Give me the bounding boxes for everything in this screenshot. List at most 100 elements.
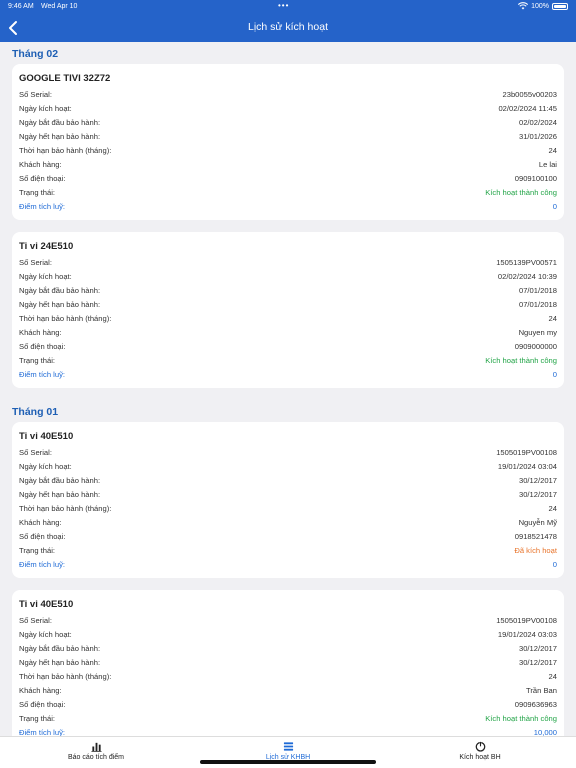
tab-activation-history[interactable]: Lịch sử KHBH xyxy=(228,741,348,761)
serial-row: Số Serial: 1505019PV00108 xyxy=(19,614,557,628)
status-time: 9:46 AM xyxy=(8,3,34,10)
warranty-months-value: 24 xyxy=(548,672,557,681)
battery-percent: 100% xyxy=(531,2,549,10)
warranty-start-value: 30/12/2017 xyxy=(518,476,557,485)
serial-row: Số Serial: 23b0055v00203 xyxy=(19,88,557,102)
status-value: Kích hoạt thành công xyxy=(485,714,557,723)
warranty-end-label: Ngày hết hạn bảo hành: xyxy=(19,132,101,141)
status-row: Trạng thái: Kích hoạt thành công xyxy=(19,712,557,726)
warranty-months-row: Thời hạn bảo hành (tháng): 24 xyxy=(19,502,557,516)
battery-icon xyxy=(552,2,568,10)
activated-value: 02/02/2024 10:39 xyxy=(497,272,557,281)
customer-value: Trần Ban xyxy=(526,686,557,695)
warranty-months-label: Thời hạn bảo hành (tháng): xyxy=(19,672,112,681)
power-icon xyxy=(475,741,485,752)
points-row: Điểm tích luỹ: 10,000 xyxy=(19,726,557,736)
activated-row: Ngày kích hoạt: 02/02/2024 10:39 xyxy=(19,270,557,284)
warranty-months-label: Thời hạn bảo hành (tháng): xyxy=(19,314,112,323)
serial-row: Số Serial: 1505139PV00571 xyxy=(19,256,557,270)
status-row: Trạng thái: Kích hoạt thành công xyxy=(19,186,557,200)
product-name: Ti vi 24E510 xyxy=(19,241,74,252)
warranty-end-label: Ngày hết hạn bảo hành: xyxy=(19,300,101,309)
activated-row: Ngày kích hoạt: 19/01/2024 03:04 xyxy=(19,460,557,474)
serial-row: Số Serial: 1505019PV00108 xyxy=(19,446,557,460)
status-row: Trạng thái: Kích hoạt thành công xyxy=(19,354,557,368)
warranty-months-value: 24 xyxy=(548,504,557,513)
points-value: 0 xyxy=(552,560,557,569)
customer-label: Khách hàng: xyxy=(19,518,62,527)
customer-label: Khách hàng: xyxy=(19,328,62,337)
warranty-months-row: Thời hạn bảo hành (tháng): 24 xyxy=(19,312,557,326)
warranty-end-row: Ngày hết hạn bảo hành: 31/01/2026 xyxy=(19,130,557,144)
status-bar: 9:46 AM Wed Apr 10 ••• 100% xyxy=(0,0,576,14)
warranty-end-row: Ngày hết hạn bảo hành: 30/12/2017 xyxy=(19,488,557,502)
page-title: Lịch sử kích hoạt xyxy=(248,21,328,33)
serial-value: 23b0055v00203 xyxy=(502,90,557,99)
points-value: 0 xyxy=(552,202,557,211)
warranty-start-label: Ngày bắt đầu bảo hành: xyxy=(19,286,101,295)
warranty-start-value: 07/01/2018 xyxy=(518,286,557,295)
warranty-start-label: Ngày bắt đầu bảo hành: xyxy=(19,118,101,127)
serial-label: Số Serial: xyxy=(19,616,52,625)
serial-value: 1505019PV00108 xyxy=(496,448,557,457)
warranty-months-label: Thời hạn bảo hành (tháng): xyxy=(19,504,112,513)
home-indicator xyxy=(200,760,376,764)
header-bar: 9:46 AM Wed Apr 10 ••• 100% Lịch sử kích… xyxy=(0,0,576,42)
phone-row: Số điện thoại: 0909000000 xyxy=(19,340,557,354)
warranty-end-value: 30/12/2017 xyxy=(518,658,557,667)
phone-value: 0918521478 xyxy=(514,532,557,541)
multitask-dots-icon[interactable]: ••• xyxy=(278,1,289,10)
points-row: Điểm tích luỹ: 0 xyxy=(19,200,557,214)
history-list[interactable]: Tháng 02 GOOGLE TIVI 32Z72 Số Serial: 23b… xyxy=(0,42,576,736)
customer-value: Le lai xyxy=(538,160,557,169)
wifi-icon xyxy=(518,2,529,10)
activation-card[interactable]: GOOGLE TIVI 32Z72 Số Serial: 23b0055v0020… xyxy=(12,64,564,220)
activated-label: Ngày kích hoạt: xyxy=(19,104,72,113)
status-label: Trạng thái: xyxy=(19,188,56,197)
tab-points-report[interactable]: Báo cáo tích điểm xyxy=(36,741,156,761)
customer-row: Khách hàng: Le lai xyxy=(19,158,557,172)
phone-label: Số điện thoại: xyxy=(19,174,66,183)
activation-card[interactable]: Ti vi 24E510 Số Serial: 1505139PV00571 Ng… xyxy=(12,232,564,388)
phone-row: Số điện thoại: 0909100100 xyxy=(19,172,557,186)
status-value: Kích hoạt thành công xyxy=(485,356,557,365)
serial-label: Số Serial: xyxy=(19,90,52,99)
warranty-end-value: 07/01/2018 xyxy=(518,300,557,309)
activated-row: Ngày kích hoạt: 19/01/2024 03:03 xyxy=(19,628,557,642)
phone-value: 0909100100 xyxy=(514,174,557,183)
activation-card[interactable]: Ti vi 40E510 Số Serial: 1505019PV00108 Ng… xyxy=(12,422,564,578)
warranty-start-value: 30/12/2017 xyxy=(518,644,557,653)
status-label: Trạng thái: xyxy=(19,356,56,365)
list-icon xyxy=(283,742,293,751)
status-label: Trạng thái: xyxy=(19,546,56,555)
phone-label: Số điện thoại: xyxy=(19,342,66,351)
warranty-end-label: Ngày hết hạn bảo hành: xyxy=(19,490,101,499)
status-value: Đã kích hoạt xyxy=(514,546,557,555)
activated-label: Ngày kích hoạt: xyxy=(19,630,72,639)
status-row: Trạng thái: Đã kích hoạt xyxy=(19,544,557,558)
tab-warranty-activation[interactable]: Kích hoạt BH xyxy=(420,741,540,761)
customer-row: Khách hàng: Nguyen my xyxy=(19,326,557,340)
status-label: Trạng thái: xyxy=(19,714,56,723)
product-name: Ti vi 40E510 xyxy=(19,431,74,442)
customer-row: Khách hàng: Trần Ban xyxy=(19,684,557,698)
phone-value: 0909636963 xyxy=(514,700,557,709)
points-value: 0 xyxy=(552,370,557,379)
serial-label: Số Serial: xyxy=(19,258,52,267)
warranty-end-label: Ngày hết hạn bảo hành: xyxy=(19,658,101,667)
activation-card[interactable]: Ti vi 40E510 Số Serial: 1505019PV00108 Ng… xyxy=(12,590,564,736)
warranty-end-row: Ngày hết hạn bảo hành: 30/12/2017 xyxy=(19,656,557,670)
warranty-start-row: Ngày bắt đầu bảo hành: 30/12/2017 xyxy=(19,642,557,656)
status-value: Kích hoạt thành công xyxy=(485,188,557,197)
points-label: Điểm tích luỹ: xyxy=(19,728,65,736)
points-row: Điểm tích luỹ: 0 xyxy=(19,558,557,572)
warranty-start-label: Ngày bắt đầu bảo hành: xyxy=(19,644,101,653)
customer-label: Khách hàng: xyxy=(19,160,62,169)
serial-value: 1505139PV00571 xyxy=(496,258,557,267)
phone-label: Số điện thoại: xyxy=(19,700,66,709)
points-label: Điểm tích luỹ: xyxy=(19,370,65,379)
warranty-start-row: Ngày bắt đầu bảo hành: 02/02/2024 xyxy=(19,116,557,130)
bar-chart-icon xyxy=(90,742,102,752)
points-value: 10,000 xyxy=(533,728,557,736)
phone-row: Số điện thoại: 0918521478 xyxy=(19,530,557,544)
